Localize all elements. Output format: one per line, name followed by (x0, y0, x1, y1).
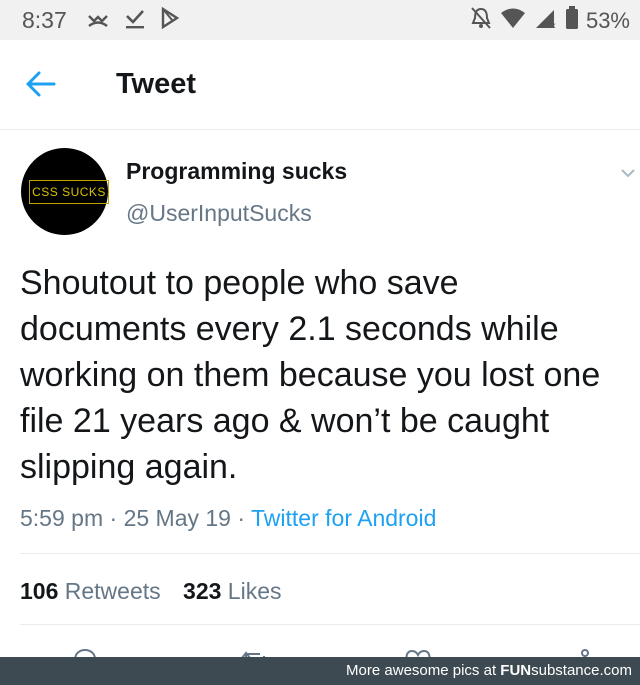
watermark-brand-rest: substance.com (531, 662, 632, 679)
retweets-count: 106 (20, 578, 59, 604)
tweet-source-link[interactable]: Twitter for Android (251, 505, 436, 531)
tweet-meta: 5:59 pm · 25 May 19 · Twitter for Androi… (20, 505, 436, 532)
likes-stat[interactable]: 323 Likes (183, 578, 281, 604)
svg-text:x: x (551, 21, 556, 29)
retweets-label: Retweets (64, 578, 161, 604)
missed-call-icon (86, 6, 110, 35)
watermark-banner: More awesome pics at FUNsubstance.com (0, 657, 640, 685)
tweet-text: Shoutout to people who save documents ev… (20, 264, 601, 486)
likes-count: 323 (183, 578, 222, 604)
wifi-icon (500, 7, 526, 34)
likes-label: Likes (227, 578, 282, 604)
tweet-options-button[interactable] (616, 160, 640, 184)
status-system-icons: x 53% (470, 6, 630, 35)
watermark-text: More awesome pics at FUNsubstance.com (346, 662, 632, 679)
arrow-left-icon (24, 71, 58, 106)
avatar-text: CSS SUCKS (29, 180, 109, 204)
author-display-name[interactable]: Programming sucks (126, 158, 347, 185)
tweet-action-bar (0, 630, 640, 660)
status-time: 8:37 (22, 7, 67, 33)
meta-separator: · (109, 505, 118, 531)
tweet-time: 5:59 pm (20, 505, 104, 531)
battery-icon (565, 6, 578, 35)
retweets-stat[interactable]: 106 Retweets (20, 578, 161, 604)
download-done-icon (124, 6, 146, 35)
tweet-date: 25 May 19 (123, 505, 231, 531)
status-bar: 8:37 x 53% (0, 0, 640, 40)
divider (20, 553, 640, 554)
tweet-stats: 106 Retweets 323 Likes (20, 578, 282, 605)
status-notification-icons (86, 6, 180, 35)
back-button[interactable] (24, 66, 64, 102)
author-handle[interactable]: @UserInputSucks (126, 200, 312, 227)
divider (20, 624, 640, 625)
app-header: Tweet (0, 40, 640, 130)
battery-percentage: 53% (585, 7, 630, 33)
avatar[interactable]: CSS SUCKS (21, 148, 109, 235)
watermark-brand-bold: FUN (500, 662, 532, 679)
cell-signal-icon: x (534, 7, 558, 34)
play-store-icon (160, 6, 180, 35)
watermark-prefix: More awesome pics at (346, 662, 501, 679)
meta-separator: · (237, 505, 246, 531)
chevron-down-icon (616, 169, 640, 188)
notifications-off-icon (470, 6, 492, 35)
page-title: Tweet (116, 68, 197, 100)
